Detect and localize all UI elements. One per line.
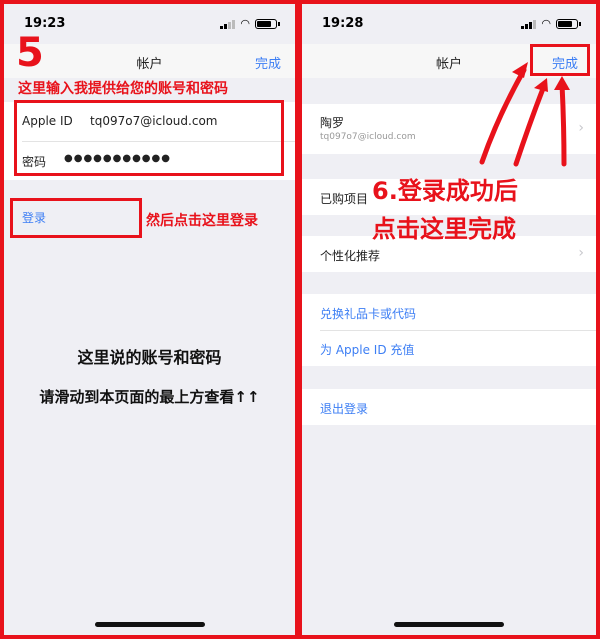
home-indicator[interactable] <box>394 622 504 627</box>
arrow-3 <box>559 81 567 167</box>
credentials-note-line1: 这里说的账号和密码 <box>77 348 222 367</box>
annotation-arrows <box>479 62 570 167</box>
nav-bar: 帐户 完成 <box>4 44 295 78</box>
step-number: 5 <box>16 30 44 76</box>
done-button[interactable]: 完成 <box>255 53 281 72</box>
credentials-note-line2: 请滑动到本页面的最上方查看↑↑ <box>39 388 260 406</box>
nav-title: 帐户 <box>136 57 163 72</box>
battery-icon <box>255 18 280 29</box>
wifi-icon: ◠ <box>240 17 250 30</box>
login-highlight-box <box>10 198 142 238</box>
right-phone-screen: 19:28 ◠ 帐户 完成 陶罗 tq097o7@icloud.com › 已购… <box>298 0 600 639</box>
arrowhead-3 <box>554 76 570 90</box>
instruction-click-login: 然后点击这里登录 <box>146 213 258 229</box>
arrowhead-2 <box>534 78 548 92</box>
arrow-1 <box>479 67 527 165</box>
status-bar: 19:23 ◠ <box>4 14 295 34</box>
arrowhead-1 <box>512 62 528 78</box>
instruction-enter-credentials: 这里输入我提供给您的账号和密码 <box>18 81 228 97</box>
arrow-2 <box>513 83 547 167</box>
signal-icon <box>220 19 236 29</box>
home-indicator[interactable] <box>94 622 205 627</box>
status-icons: ◠ <box>220 17 280 30</box>
left-phone-screen: 19:23 ◠ 帐户 完成 5 这里输入我提供给您的账号和密码 Apple ID… <box>0 0 299 639</box>
credentials-highlight-box <box>14 100 284 176</box>
status-time: 19:23 <box>24 16 66 31</box>
